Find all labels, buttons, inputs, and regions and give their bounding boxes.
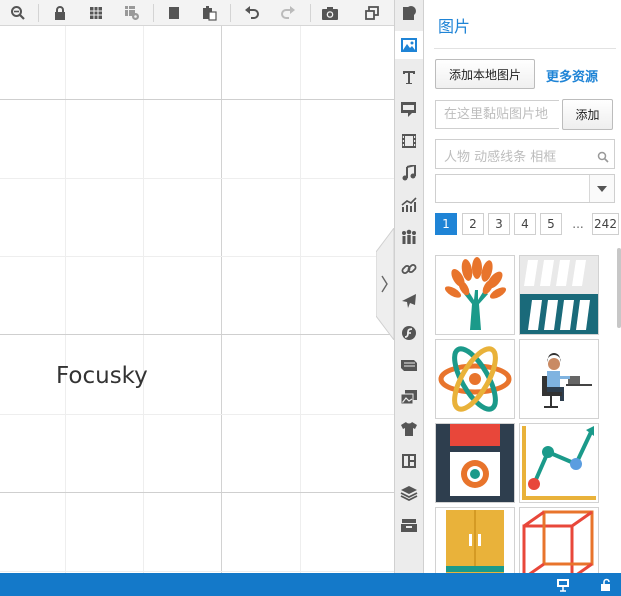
archive-icon[interactable] xyxy=(395,511,423,539)
app-window: Focusky 图片 添加本地图片 更多资源 在这里黏贴图片地 添加 人物 动感… xyxy=(0,0,621,596)
page-button[interactable]: 5 xyxy=(540,213,562,235)
canvas-text[interactable]: Focusky xyxy=(56,363,148,389)
chevron-down-icon[interactable] xyxy=(589,175,614,202)
cube-icon[interactable] xyxy=(519,507,599,573)
flash-icon[interactable] xyxy=(395,319,423,347)
image-icon[interactable] xyxy=(395,31,423,59)
grid-settings-icon[interactable] xyxy=(122,3,142,23)
lock-icon[interactable] xyxy=(50,3,70,23)
layout-icon[interactable] xyxy=(395,447,423,475)
panel-title: 图片 xyxy=(438,17,471,36)
panel-divider xyxy=(434,48,616,49)
collapse-panel-handle[interactable] xyxy=(375,226,395,342)
book-icon[interactable] xyxy=(395,351,423,379)
link-icon[interactable] xyxy=(395,255,423,283)
shape-icon[interactable] xyxy=(395,0,423,28)
note-icon[interactable] xyxy=(395,95,423,123)
paste-icon[interactable] xyxy=(199,3,219,23)
camera-icon[interactable] xyxy=(320,3,340,23)
page-button[interactable]: 2 xyxy=(462,213,484,235)
status-bar xyxy=(0,573,621,596)
editor-canvas[interactable]: Focusky xyxy=(0,26,394,573)
unlock-icon[interactable] xyxy=(598,577,614,593)
resize-icon[interactable] xyxy=(362,3,382,23)
video-icon[interactable] xyxy=(395,127,423,155)
plane-icon[interactable] xyxy=(395,287,423,315)
top-toolbar xyxy=(0,0,394,26)
category-select[interactable] xyxy=(435,174,615,203)
atom-icon[interactable] xyxy=(435,339,515,419)
bars-icon[interactable] xyxy=(519,255,599,335)
page-button[interactable]: 1 xyxy=(435,213,457,235)
undo-icon[interactable] xyxy=(242,3,262,23)
search-icon[interactable] xyxy=(597,148,609,167)
music-icon[interactable] xyxy=(395,159,423,187)
more-resources-link[interactable]: 更多资源 xyxy=(546,66,598,85)
zoom-out-icon[interactable] xyxy=(8,3,28,23)
add-url-button[interactable]: 添加 xyxy=(562,99,613,130)
gallery-icon[interactable] xyxy=(395,383,423,411)
disk-icon[interactable] xyxy=(435,423,515,503)
add-local-image-button[interactable]: 添加本地图片 xyxy=(435,59,535,89)
page-ellipsis: ... xyxy=(572,217,584,231)
copy-icon[interactable] xyxy=(164,3,184,23)
tree-icon[interactable] xyxy=(435,255,515,335)
tool-strip xyxy=(394,0,424,573)
people-icon[interactable] xyxy=(395,223,423,251)
office-worker-icon[interactable] xyxy=(519,339,599,419)
cabinet-icon[interactable] xyxy=(435,507,515,573)
chart-icon[interactable] xyxy=(395,191,423,219)
page-button[interactable]: 3 xyxy=(488,213,510,235)
redo-icon[interactable] xyxy=(278,3,298,23)
layers-icon[interactable] xyxy=(395,479,423,507)
panel-scrollbar[interactable] xyxy=(617,248,621,328)
paste-url-input[interactable]: 在这里黏贴图片地 xyxy=(435,100,559,129)
page-button-last[interactable]: 242 xyxy=(592,213,619,235)
line-chart-icon[interactable] xyxy=(519,423,599,503)
grid-icon[interactable] xyxy=(86,3,106,23)
image-panel: 图片 添加本地图片 更多资源 在这里黏贴图片地 添加 人物 动感线条 相框 1 … xyxy=(424,0,621,573)
shirt-icon[interactable] xyxy=(395,415,423,443)
presentation-icon[interactable] xyxy=(555,577,571,593)
search-input[interactable]: 人物 动感线条 相框 xyxy=(435,139,615,169)
text-icon[interactable] xyxy=(395,63,423,91)
page-button[interactable]: 4 xyxy=(514,213,536,235)
search-placeholder: 人物 动感线条 相框 xyxy=(444,150,557,165)
